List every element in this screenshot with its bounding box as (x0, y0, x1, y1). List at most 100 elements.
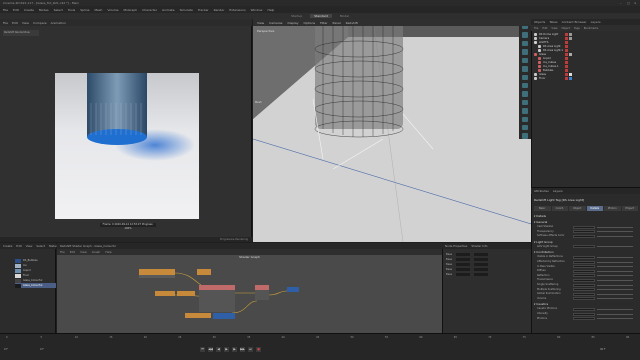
node-editor-tab[interactable]: Redshift Shader Graph - Glass_Colourful (60, 244, 116, 248)
param-field[interactable] (573, 297, 595, 301)
param-field[interactable] (573, 312, 595, 316)
menu-item[interactable]: Window (251, 8, 263, 12)
param-field[interactable] (573, 260, 595, 264)
render-menu-item[interactable]: File (3, 21, 8, 25)
viewport-menu-item[interactable]: Options (304, 21, 316, 25)
shader-node[interactable] (213, 313, 235, 319)
node-property-field[interactable] (456, 257, 471, 261)
close-icon[interactable]: × (634, 1, 638, 5)
tool-icon[interactable] (522, 133, 528, 139)
node-canvas[interactable]: Shader Graph (57, 255, 442, 333)
menu-item[interactable]: Tracker (198, 8, 209, 12)
param-field[interactable] (573, 292, 595, 296)
objects-menu-item[interactable]: Bookmarks (584, 27, 599, 30)
perspective-viewport[interactable]: Perspective Mesh (253, 19, 531, 242)
menu-item[interactable]: Mesh (94, 8, 102, 12)
node-property-field[interactable] (456, 262, 471, 266)
attributes-tab[interactable]: Attributes (534, 189, 549, 193)
menu-item[interactable]: Tools (68, 8, 75, 12)
menu-item[interactable]: MoGraph (124, 8, 138, 12)
param-slider[interactable] (597, 293, 633, 295)
param-slider[interactable] (597, 261, 633, 263)
render-menu-item[interactable]: View (22, 21, 29, 25)
tool-icon[interactable] (522, 32, 528, 38)
param-field[interactable] (573, 288, 595, 292)
material-menu-item[interactable]: Edit (16, 244, 21, 248)
viewport-menu-item[interactable]: Panel (333, 21, 341, 25)
prev-key-icon[interactable]: ◀◀ (208, 347, 213, 352)
objects-menu-item[interactable]: View (551, 27, 557, 30)
param-slider[interactable] (597, 313, 633, 315)
param-field[interactable] (573, 317, 595, 321)
menu-item[interactable]: Help (267, 8, 274, 12)
attributes-subtab[interactable]: Details (586, 206, 603, 211)
shader-node[interactable] (177, 291, 195, 296)
attributes-tab[interactable]: Layers (553, 189, 563, 193)
menu-item[interactable]: Edit (13, 8, 19, 12)
node-properties-tab[interactable]: Shader Info (471, 244, 487, 248)
objects-tab[interactable]: Objects (534, 20, 545, 24)
objects-tab[interactable]: Layers (591, 20, 601, 24)
viewport-menu-item[interactable]: Display (287, 21, 298, 25)
param-field[interactable] (573, 230, 595, 234)
end-frame[interactable]: 90 F (600, 348, 605, 351)
node-property-field[interactable] (456, 267, 471, 271)
viewport-menu-item[interactable]: Filter (320, 21, 327, 25)
node-property-field[interactable] (456, 252, 471, 256)
render-menu-item[interactable]: Compare (33, 21, 47, 25)
attributes-subtab[interactable]: Photon (604, 206, 621, 211)
next-frame-icon[interactable]: ▶ (232, 347, 237, 352)
render-menu-item[interactable]: Animation (51, 21, 66, 25)
menu-item[interactable]: Simulate (180, 8, 193, 12)
param-slider[interactable] (597, 235, 633, 237)
tool-icon[interactable] (522, 57, 528, 64)
menu-item[interactable]: Character (142, 8, 157, 12)
param-slider[interactable] (597, 226, 633, 228)
param-slider[interactable] (597, 284, 633, 286)
first-frame-icon[interactable]: ⏮ (200, 347, 205, 352)
material-menu-item[interactable]: Select (36, 244, 45, 248)
material-menu-item[interactable]: Create (3, 244, 12, 248)
node-properties-tab[interactable]: Node Properties (445, 244, 467, 248)
object-row[interactable]: Floor (531, 76, 640, 80)
param-field[interactable] (573, 278, 595, 282)
tool-icon[interactable] (522, 49, 528, 55)
attributes-subtab[interactable]: Project (621, 206, 638, 211)
param-field[interactable] (573, 245, 595, 249)
objects-menu-item[interactable]: File (534, 27, 538, 30)
viewport-menu-item[interactable]: Cameras (269, 21, 282, 25)
objects-menu-item[interactable]: Object (562, 27, 570, 30)
param-field[interactable] (573, 307, 595, 311)
param-slider[interactable] (597, 298, 633, 300)
menu-item[interactable]: Spline (80, 8, 89, 12)
material-menu-item[interactable]: View (26, 244, 33, 248)
last-frame-icon[interactable]: ⏭ (248, 347, 253, 352)
param-slider[interactable] (597, 256, 633, 258)
tool-icon[interactable] (522, 116, 528, 123)
tool-icon[interactable] (522, 125, 528, 131)
param-field[interactable] (573, 269, 595, 273)
node-property-field[interactable] (474, 267, 489, 271)
attribute-section-title[interactable]: ▾ General (534, 220, 547, 224)
layout-tab[interactable]: Startup (287, 14, 306, 18)
param-field[interactable] (573, 274, 595, 278)
tool-icon[interactable] (522, 91, 528, 97)
shader-node[interactable] (185, 313, 211, 318)
node-property-field[interactable] (474, 257, 489, 261)
param-field[interactable] (573, 234, 595, 238)
attribute-section-title[interactable]: ▾ Details (534, 214, 546, 218)
param-slider[interactable] (597, 246, 633, 248)
maximize-icon[interactable]: □ (627, 1, 631, 5)
tool-icon[interactable] (522, 66, 528, 72)
layout-tab[interactable]: Standard (310, 14, 332, 18)
material-node[interactable] (199, 285, 235, 312)
param-slider[interactable] (597, 275, 633, 277)
node-editor-menu-item[interactable]: File (60, 250, 65, 254)
shader-node[interactable] (139, 269, 175, 278)
timeline-ruler[interactable]: 0 5 10 15 20 25 30 35 40 45 50 55 60 65 70 75 80 85 90 (6, 336, 636, 344)
attribute-section-title[interactable]: ▾ Light Group (534, 240, 553, 244)
param-field[interactable] (573, 283, 595, 287)
node-editor-menu-item[interactable]: Graph (92, 250, 101, 254)
param-slider[interactable] (597, 270, 633, 272)
menu-item[interactable]: Animate (162, 8, 175, 12)
